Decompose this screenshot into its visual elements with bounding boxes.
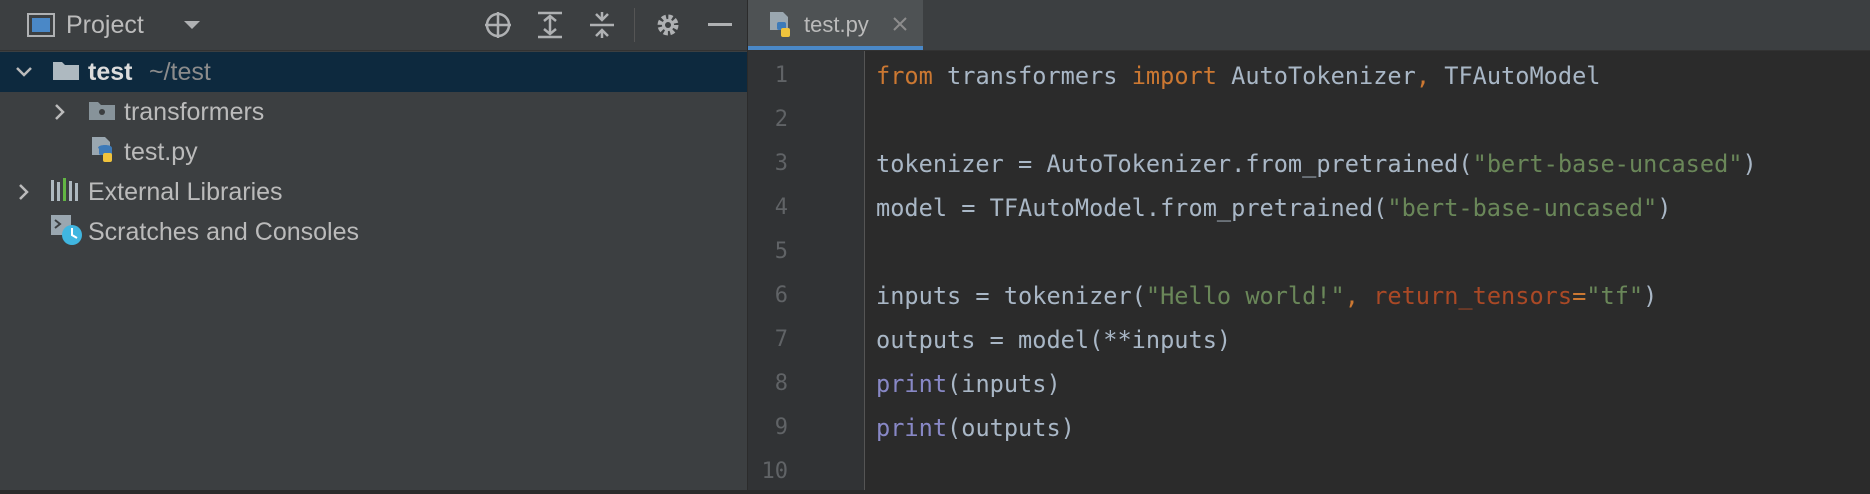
string-literal: "tf" [1586,282,1644,310]
code-text: (inputs) [947,370,1061,398]
tree-item-label: Scratches and Consoles [88,217,359,246]
keyword: from [876,62,933,90]
minimize-icon[interactable] [706,0,734,50]
close-icon[interactable] [891,15,909,38]
line-number: 5 [774,239,788,264]
code-line-6: inputs = tokenizer("Hello world!", retur… [876,274,1657,318]
code-text: model = TFAutoModel.from_pretrained( [876,194,1388,222]
code-text: TFAutoModel [1430,62,1601,90]
code-line-1: from transformers import AutoTokenizer, … [876,54,1601,98]
locate-icon[interactable] [483,0,513,50]
editor-tab-bar: test.py [748,0,1870,51]
builtin-function: print [876,414,948,442]
string-literal: "bert-base-uncased" [1472,150,1743,178]
code-line-3: tokenizer = AutoTokenizer.from_pretraine… [876,142,1757,186]
tree-item-label: transformers [124,97,265,126]
expand-all-icon[interactable] [536,0,564,50]
code-line-4: model = TFAutoModel.from_pretrained("ber… [876,186,1671,230]
tree-item-label: External Libraries [88,177,283,206]
keyword: import [1131,62,1217,90]
code-text: ) [1742,150,1757,178]
tree-item-path: ~/test [149,57,211,86]
chevron-right-icon[interactable] [12,180,36,204]
punctuation: , [1344,282,1374,310]
string-literal: "bert-base-uncased" [1387,194,1658,222]
line-number: 7 [774,327,788,352]
editor: test.py 1 2 3 4 5 6 7 8 9 10 from transf… [748,0,1870,490]
punctuation: , [1415,62,1431,90]
line-number: 2 [774,107,788,132]
code-text: transformers [932,62,1132,90]
toolbar-separator [634,8,635,42]
chevron-down-icon[interactable] [180,0,204,50]
string-literal: "Hello world!" [1145,282,1345,310]
chevron-right-icon[interactable] [48,100,72,124]
panel-title[interactable]: Project [66,0,144,50]
code-text: tokenizer = AutoTokenizer.from_pretraine… [876,150,1473,178]
code-line-7: outputs = model(**inputs) [876,318,1231,362]
line-number: 6 [774,283,788,308]
tree-item-scratches[interactable]: Scratches and Consoles [0,212,747,252]
tree-item-test-py[interactable]: test.py [0,132,747,172]
package-folder-icon [88,99,116,126]
python-file-icon [768,11,794,44]
code-text: ) [1643,282,1658,310]
project-toolbar: Project [0,0,747,51]
gutter-separator [864,51,865,490]
tree-item-label: test.py [124,137,198,166]
python-file-icon [90,136,116,169]
builtin-function: print [876,370,948,398]
line-number: 3 [774,151,788,176]
code-text: outputs = model(**inputs) [876,326,1232,354]
code-text: AutoTokenizer [1216,62,1416,90]
code-text: inputs = tokenizer( [876,282,1146,310]
named-parameter: return_tensors [1373,282,1573,310]
scratches-icon [50,214,84,251]
tree-item-label: test [88,57,133,86]
tree-item-external-libraries[interactable]: External Libraries [0,172,747,212]
tab-label: test.py [804,12,869,37]
code-text: (outputs) [947,414,1075,442]
tab-test-py[interactable]: test.py [748,0,923,50]
line-number: 4 [774,195,788,220]
code-line-9: print(outputs) [876,406,1075,450]
line-number: 10 [761,459,789,484]
project-view-icon[interactable] [26,0,56,50]
collapse-all-icon[interactable] [588,0,616,50]
gear-icon[interactable] [653,0,683,50]
line-number: 1 [774,63,788,88]
library-icon [50,177,80,207]
line-gutter: 1 2 3 4 5 6 7 8 9 10 [748,51,864,490]
tree-item-test[interactable]: test ~/test [0,52,747,92]
line-number: 9 [774,415,788,440]
chevron-down-icon[interactable] [12,60,36,84]
folder-icon [52,59,80,86]
code-text: ) [1657,194,1672,222]
project-panel: Project test ~/test transformers test.py… [0,0,747,490]
tab-underline [748,46,923,50]
line-number: 8 [774,371,788,396]
code-line-8: print(inputs) [876,362,1061,406]
operator: = [1572,282,1587,310]
tree-item-transformers[interactable]: transformers [0,92,747,132]
